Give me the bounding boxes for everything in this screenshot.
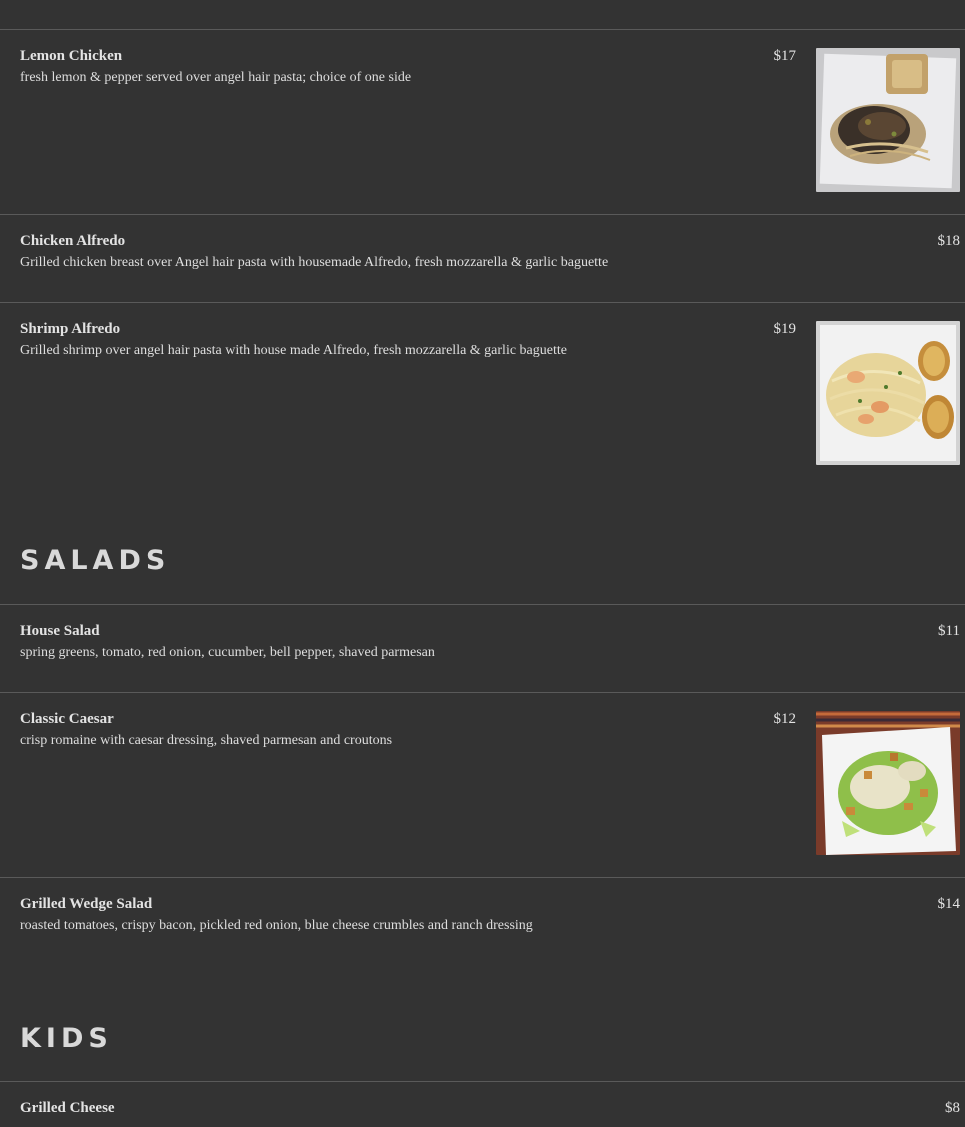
section-title-kids: KIDS (20, 1023, 113, 1054)
menu-item-classic-caesar[interactable]: Classic Caesar crisp romaine with caesar… (0, 693, 965, 877)
item-price: $18 (937, 233, 961, 249)
menu-item-chicken-alfredo[interactable]: Chicken Alfredo Grilled chicken breast o… (0, 215, 965, 302)
menu-item-grilled-cheese[interactable]: Grilled Cheese ... $8 (0, 1082, 965, 1127)
item-description: ... (20, 1122, 31, 1127)
item-price: $8 (945, 1100, 960, 1116)
section-title-salads: SALADS (20, 545, 171, 576)
item-price: $17 (773, 48, 797, 64)
shrimp-alfredo-photo[interactable] (816, 321, 960, 465)
clipped-top-text: · · · (0, 0, 965, 6)
menu-item-lemon-chicken[interactable]: Lemon Chicken fresh lemon & pepper serve… (0, 30, 965, 214)
item-description: Grilled shrimp over angel hair pasta wit… (20, 343, 567, 358)
menu-item-house-salad[interactable]: House Salad spring greens, tomato, red o… (0, 605, 965, 692)
item-name: Chicken Alfredo (20, 233, 126, 249)
lemon-chicken-photo[interactable] (816, 48, 960, 192)
item-name: House Salad (20, 623, 100, 639)
item-name: Shrimp Alfredo (20, 321, 121, 337)
item-price: $19 (773, 321, 797, 337)
item-price: $11 (938, 623, 960, 639)
item-description: Grilled chicken breast over Angel hair p… (20, 255, 609, 270)
item-name: Grilled Wedge Salad (20, 896, 153, 912)
item-price: $12 (773, 711, 797, 727)
item-price: $14 (937, 896, 961, 912)
item-name: Classic Caesar (20, 711, 114, 727)
item-description: fresh lemon & pepper served over angel h… (20, 70, 412, 85)
caesar-salad-photo[interactable] (816, 711, 960, 855)
menu-item-shrimp-alfredo[interactable]: Shrimp Alfredo Grilled shrimp over angel… (0, 303, 965, 493)
item-description: spring greens, tomato, red onion, cucumb… (20, 645, 435, 660)
item-description: roasted tomatoes, crispy bacon, pickled … (20, 918, 533, 933)
item-description: crisp romaine with caesar dressing, shav… (20, 733, 393, 748)
item-name: Lemon Chicken (20, 48, 123, 64)
item-name: Grilled Cheese (20, 1100, 115, 1116)
menu-item-grilled-wedge-salad[interactable]: Grilled Wedge Salad roasted tomatoes, cr… (0, 878, 965, 978)
